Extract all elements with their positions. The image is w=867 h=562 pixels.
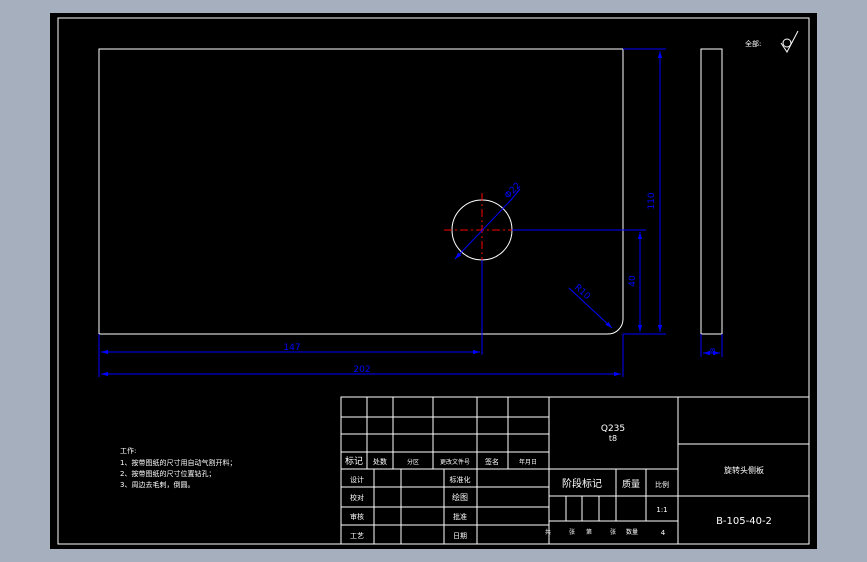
rev-header: 年月日 (519, 458, 537, 466)
dim-thickness: 8 (709, 348, 717, 352)
sign-mid: 批准 (453, 512, 467, 521)
scale-value: 1:1 (656, 506, 667, 514)
dim-hole-offset-x: 147 (283, 343, 300, 353)
sign-mid: 日期 (453, 532, 467, 540)
stage-label: 阶段标记 (562, 477, 602, 490)
sign-role: 设计 (350, 475, 364, 484)
note-item: 2、按带图纸的尺寸位置钻孔； (120, 469, 215, 478)
sheet-label: 张 (569, 528, 575, 536)
side-view (700, 48, 723, 335)
dim-hole-diameter: Φ22 (503, 181, 523, 201)
rev-header: 标记 (345, 455, 363, 467)
note-item: 1、按带图纸的尺寸用自动气割开料； (120, 458, 236, 467)
scale-label: 比例 (655, 480, 669, 489)
title-block-texts: 标记 处数 分区 更改文件号 签名 年月日 设计 校对 审核 工艺 标准化 绘图… (345, 424, 772, 540)
sign-role: 审核 (350, 512, 364, 521)
sheet-label: 张 (610, 528, 616, 536)
sign-role: 工艺 (350, 532, 364, 540)
sign-mid: 标准化 (450, 475, 471, 484)
dim-corner-radius: R10 (572, 283, 592, 302)
sheet-label: 第 (586, 528, 592, 536)
sheet-label: 共 (545, 528, 551, 536)
plate-outline (98, 48, 624, 335)
dim-hole-offset-y: 40 (628, 275, 638, 287)
rev-header: 分区 (407, 458, 419, 466)
dim-height: 110 (647, 192, 657, 209)
roughness-symbol: 全部: (745, 30, 799, 53)
roughness-circle-icon (782, 38, 792, 48)
dimension-layer (98, 48, 723, 377)
rev-header: 更改文件号 (440, 458, 470, 466)
notes-heading: 工作: (120, 446, 136, 455)
mass-label: 质量 (622, 478, 640, 490)
rev-header: 签名 (485, 457, 499, 466)
material: Q235 (601, 424, 625, 434)
material-thickness: t8 (609, 434, 617, 443)
cad-window: 全部: Φ22 110 40 R10 147 202 8 工作: 1、按带图纸的… (0, 0, 867, 562)
drawing-number: B-105-40-2 (716, 516, 772, 527)
rev-header: 处数 (373, 457, 387, 466)
drawing-canvas: 全部: Φ22 110 40 R10 147 202 8 工作: 1、按带图纸的… (57, 17, 810, 545)
technical-notes: 工作: 1、按带图纸的尺寸用自动气割开料； 2、按带图纸的尺寸位置钻孔； 3、周… (120, 446, 236, 489)
sheet-label: 数量 (626, 528, 638, 536)
dim-width: 202 (353, 365, 370, 375)
quantity-value: 4 (661, 529, 666, 537)
note-item: 3、周边去毛刺，倒圆。 (120, 480, 194, 489)
sign-role: 校对 (350, 493, 364, 502)
part-name: 旋转头侧板 (724, 465, 764, 475)
dimension-texts: Φ22 110 40 R10 147 202 8 (283, 181, 717, 375)
sign-mid: 绘图 (452, 492, 468, 502)
drawing-sheet: 全部: Φ22 110 40 R10 147 202 8 工作: 1、按带图纸的… (50, 13, 817, 549)
roughness-label: 全部: (745, 39, 761, 48)
